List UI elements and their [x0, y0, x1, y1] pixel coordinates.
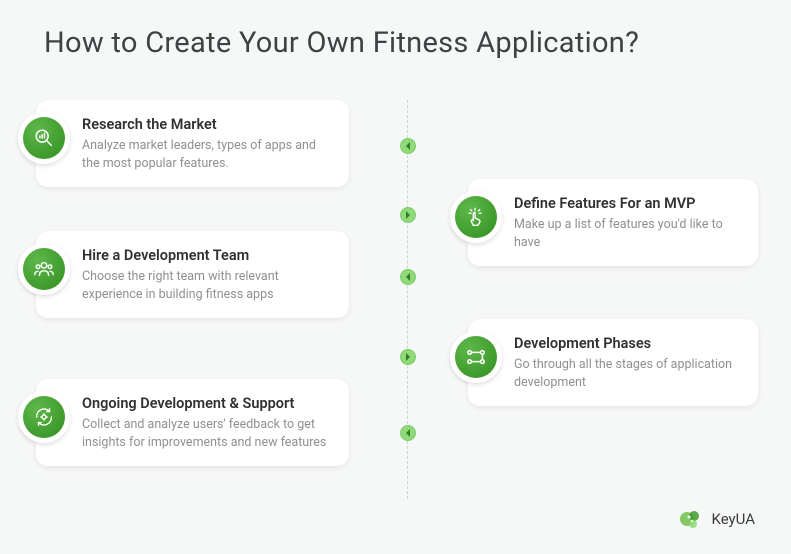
chevron-right-icon [405, 211, 411, 219]
gear-cycle-icon [23, 396, 65, 438]
timeline-arrow-4 [400, 349, 416, 365]
brand-name: KeyUA [711, 510, 755, 528]
timeline-arrow-5 [400, 425, 416, 441]
brand-logo-icon [677, 506, 703, 532]
step-desc: Choose the right team with relevant expe… [82, 268, 333, 304]
step-title: Define Features For an MVP [514, 195, 742, 212]
page-title: How to Create Your Own Fitness Applicati… [44, 26, 639, 60]
step-title: Ongoing Development & Support [82, 395, 333, 412]
step-title: Hire a Development Team [82, 247, 333, 264]
step-icon-wrap [450, 331, 502, 383]
step-icon-wrap [18, 112, 70, 164]
step-icon-wrap [18, 243, 70, 295]
step-title: Development Phases [514, 335, 742, 352]
step-card-4: Development Phases Go through all the st… [468, 319, 758, 406]
step-icon-wrap [450, 191, 502, 243]
tap-features-icon [455, 196, 497, 238]
step-card-1: Research the Market Analyze market leade… [36, 100, 349, 187]
team-icon [23, 248, 65, 290]
flow-icon [455, 336, 497, 378]
step-desc: Analyze market leaders, types of apps an… [82, 137, 333, 173]
magnifier-chart-icon [23, 117, 65, 159]
step-card-3: Hire a Development Team Choose the right… [36, 231, 349, 318]
step-card-5: Ongoing Development & Support Collect an… [36, 379, 349, 466]
step-icon-wrap [18, 391, 70, 443]
chevron-left-icon [405, 429, 411, 437]
step-title: Research the Market [82, 116, 333, 133]
timeline-arrow-3 [400, 269, 416, 285]
chevron-left-icon [405, 142, 411, 150]
step-desc: Make up a list of features you'd like to… [514, 216, 742, 252]
chevron-right-icon [405, 353, 411, 361]
step-desc: Go through all the stages of application… [514, 356, 742, 392]
chevron-left-icon [405, 273, 411, 281]
brand: KeyUA [677, 506, 755, 532]
step-card-2: Define Features For an MVP Make up a lis… [468, 179, 758, 266]
timeline-arrow-2 [400, 207, 416, 223]
timeline-arrow-1 [400, 138, 416, 154]
step-desc: Collect and analyze users' feedback to g… [82, 416, 333, 452]
